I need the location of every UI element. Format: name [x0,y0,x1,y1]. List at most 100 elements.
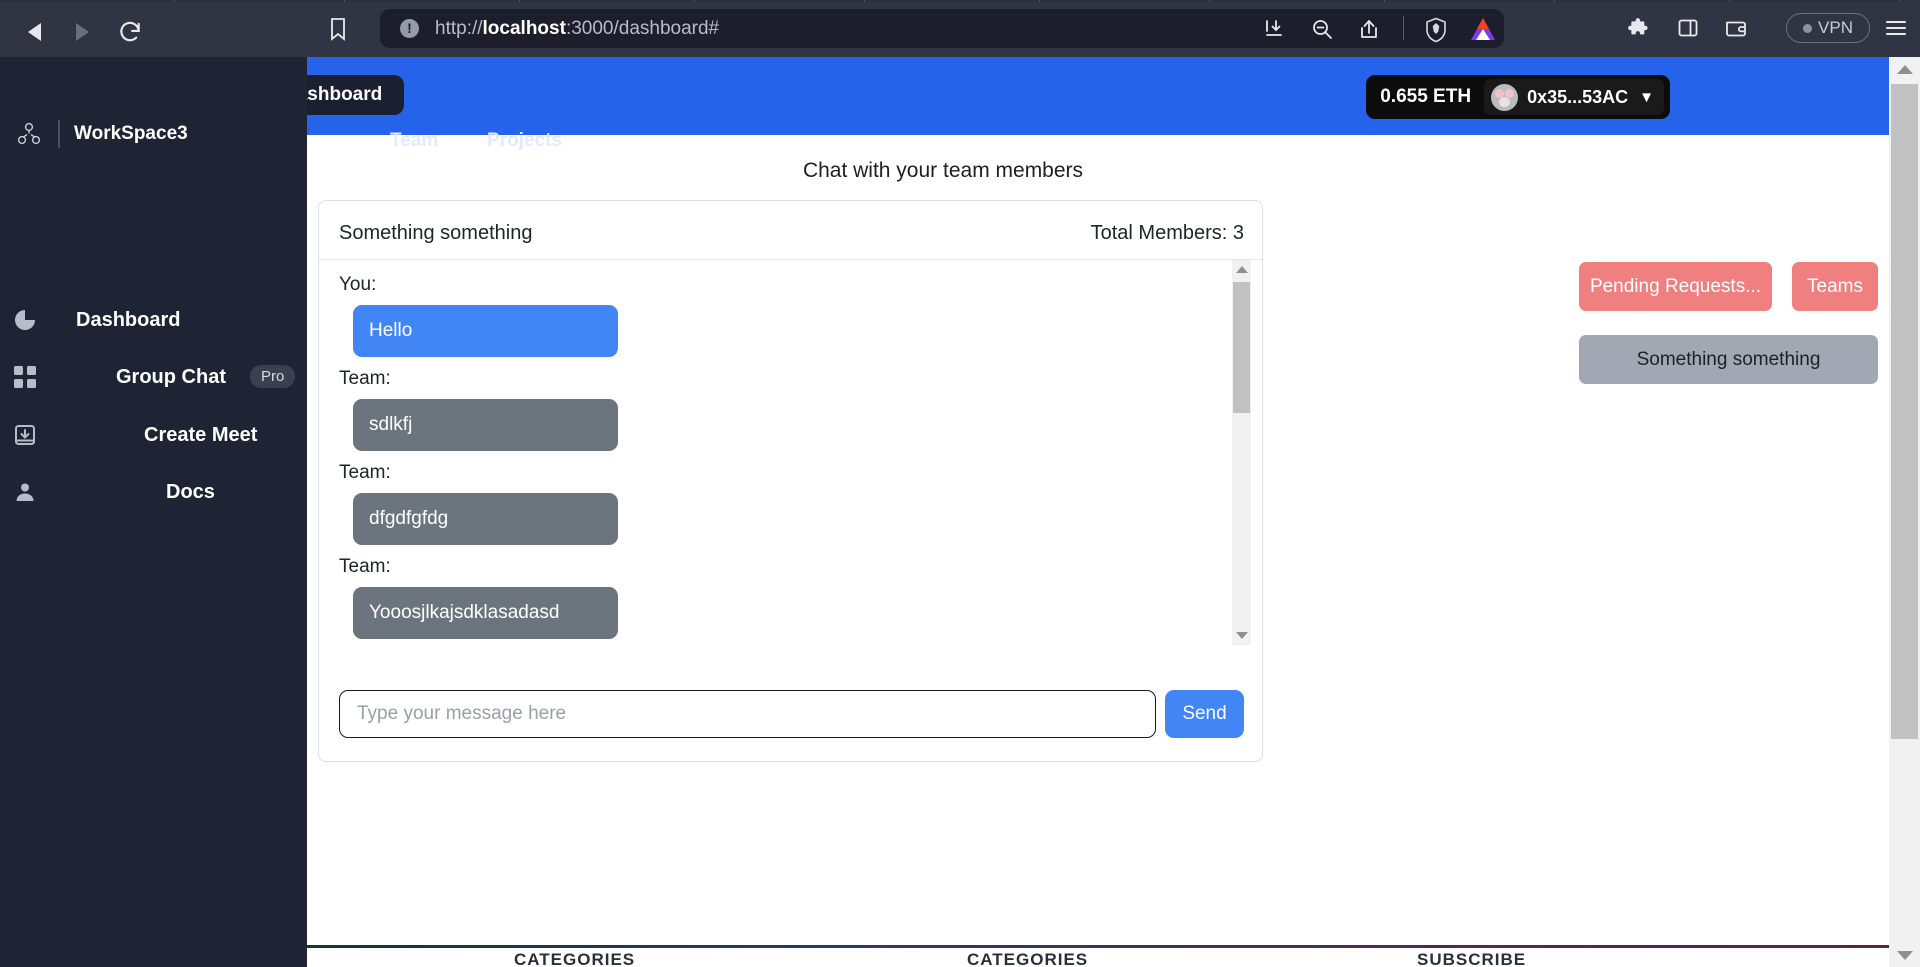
hamburger-menu-icon[interactable] [1884,17,1910,43]
user-person-icon [12,479,38,505]
main-content: Chat with your team members Something so… [307,135,1889,967]
site-info-icon[interactable]: ! [400,19,419,38]
message-author: Team: [339,462,391,483]
sidebar-item-docs[interactable]: Docs [0,467,307,517]
teams-button[interactable]: Teams [1792,262,1878,311]
page-scrollbar[interactable] [1889,57,1920,967]
share-icon[interactable] [1358,17,1382,41]
chat-total-members: Total Members: 3 [1090,222,1244,244]
message-input[interactable] [339,690,1156,738]
workspace-network-icon [14,119,44,149]
message-bubble: dfgdfgfdg [353,493,618,545]
workspace-divider [58,120,60,148]
workspace-switcher[interactable]: WorkSpace3 [14,119,188,149]
chat-scrollbar[interactable] [1232,260,1251,645]
wallet-balance: 0.655 ETH [1380,86,1472,107]
sidebar: WorkSpace3 Dashboard Group Chat Pro Crea… [0,57,307,967]
workspace-name: WorkSpace3 [74,123,188,144]
chat-message: You: Hello [339,274,1219,357]
chat-scrollbar-thumb[interactable] [1233,282,1250,413]
reload-icon[interactable] [110,12,150,52]
browser-tab[interactable] [1040,0,1210,2]
footer-heading: SUBSCRIBE [1417,950,1527,967]
bat-token-icon[interactable] [1470,17,1495,41]
browser-tab-strip[interactable] [0,0,1920,8]
url-prefix: http:// [435,17,483,39]
zoom-out-icon[interactable] [1310,17,1334,41]
url-host: localhost [482,17,566,39]
chat-message: Team: dfgdfgfdg [339,462,1219,545]
footer-heading: CATEGORIES [967,950,1089,967]
browser-chrome: ! http://localhost:3000/dashboard# VPN [0,0,1920,57]
bookmark-icon[interactable] [328,16,348,42]
chat-scroll-area[interactable]: You: Hello Team: sdlkfj Team: dfgdfgfdg … [319,260,1264,645]
browser-tab[interactable] [0,0,175,2]
chat-room-name: Something something [339,222,533,244]
footer-heading: CATEGORIES [514,950,636,967]
toolbar-divider [1403,16,1404,40]
extensions-puzzle-icon[interactable] [1627,16,1653,42]
sidebar-item-group-chat[interactable]: Group Chat Pro [0,352,307,402]
page-scrollbar-thumb[interactable] [1891,84,1918,739]
mouse-avatar-icon [1491,83,1519,111]
message-author: Team: [339,556,391,577]
page-viewport: Dashboard Team Projects 0.655 ETH 0x35..… [0,57,1920,967]
message-composer: Send [339,690,1244,738]
back-arrow-icon[interactable] [14,12,54,52]
browser-tab[interactable] [695,0,865,2]
sidebar-item-dashboard[interactable]: Dashboard [0,295,307,345]
page-title: Chat with your team members [802,159,1084,182]
wallet-account-chip[interactable]: 0x35...53AC ▼ [1484,79,1664,115]
sidebar-item-label: Docs [166,480,215,503]
app-top-nav: Dashboard Team Projects 0.655 ETH 0x35..… [261,57,1889,151]
grid-squares-icon [12,364,38,390]
sidebar-item-label: Create Meet [144,423,258,446]
scroll-down-arrow-icon[interactable] [1232,626,1251,645]
sidebar-item-label: Group Chat [116,365,226,388]
pro-badge: Pro [250,365,296,388]
footer: CATEGORIES CATEGORIES SUBSCRIBE [307,941,1889,967]
pending-requests-button[interactable]: Pending Requests... [1579,262,1772,311]
sidebar-item-label: Dashboard [76,308,181,331]
scroll-up-arrow-icon[interactable] [1889,57,1920,81]
download-icon[interactable] [1262,17,1286,41]
url-text[interactable]: http://localhost:3000/dashboard# [435,18,719,40]
nav-tab-projects[interactable]: Projects [487,130,562,152]
message-author: You: [339,274,377,295]
side-panel-icon[interactable] [1676,16,1702,42]
send-button[interactable]: Send [1165,690,1244,738]
message-author: Team: [339,368,391,389]
scroll-up-arrow-icon[interactable] [1232,260,1251,279]
vpn-label: VPN [1818,18,1853,37]
scroll-down-arrow-icon[interactable] [1889,943,1920,967]
message-bubble: Hello [353,305,618,357]
chat-card: Something something Total Members: 3 You… [318,200,1264,762]
nav-tab-team[interactable]: Team [390,130,438,152]
inbox-download-icon [12,422,38,448]
browser-tab[interactable] [520,0,695,2]
browser-tab[interactable] [175,0,345,2]
browser-tab[interactable] [1385,0,1555,2]
vpn-status-dot [1803,23,1813,33]
message-bubble: Yooosjlkajsdklasadasd [353,587,618,639]
wallet-badge[interactable]: 0.655 ETH 0x35...53AC ▼ [1366,75,1670,119]
footer-gradient-line [307,945,1889,948]
url-suffix: :3000/dashboard# [565,17,720,39]
url-bar[interactable]: ! http://localhost:3000/dashboard# [380,9,1504,48]
team-list-item[interactable]: Something something [1579,335,1878,384]
wallet-icon[interactable] [1724,16,1750,42]
browser-tab[interactable] [345,0,520,2]
chat-message: Team: Yooosjlkajsdklasadasd [339,556,1219,639]
forward-arrow-icon[interactable] [62,12,102,52]
browser-tab[interactable] [1555,0,1730,2]
browser-tab[interactable] [1730,0,1900,2]
chevron-down-icon[interactable]: ▼ [1639,89,1654,106]
wallet-address: 0x35...53AC [1527,86,1629,107]
vpn-toggle-button[interactable]: VPN [1786,13,1870,43]
sidebar-item-create-meet[interactable]: Create Meet [0,410,307,460]
pie-chart-icon [12,307,38,333]
browser-tab[interactable] [1210,0,1385,2]
browser-tab[interactable] [865,0,1040,2]
message-bubble: sdlkfj [353,399,618,451]
brave-shield-icon[interactable] [1424,17,1448,43]
